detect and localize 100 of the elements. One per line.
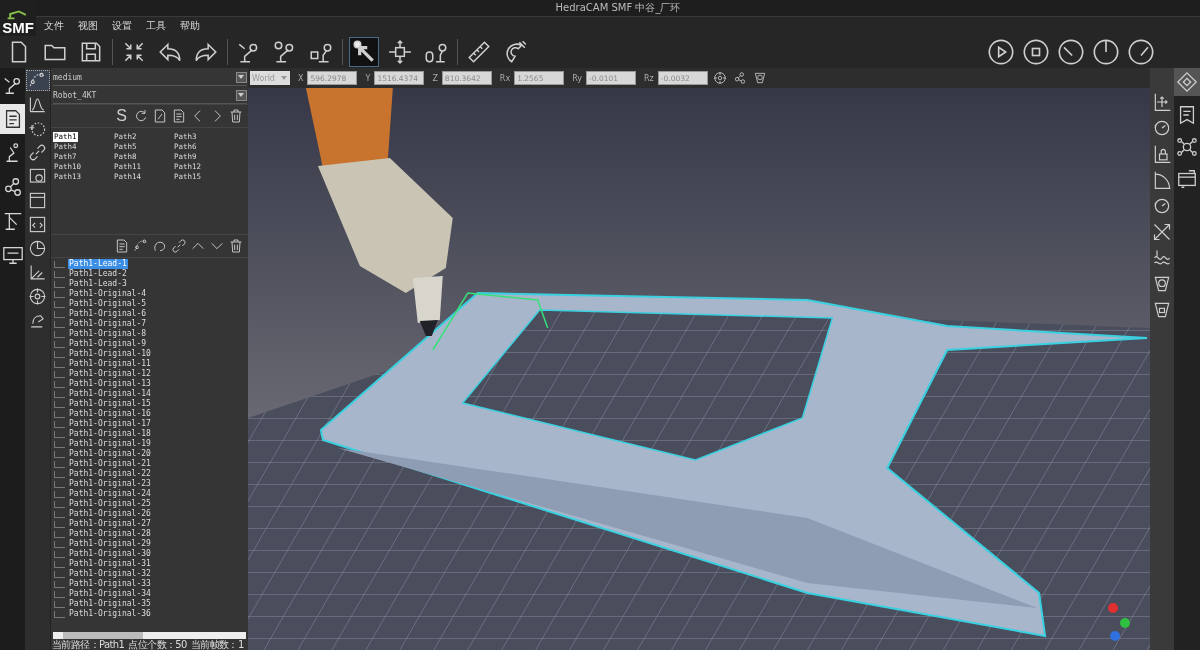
- window-icon: [28, 191, 47, 210]
- tree-item[interactable]: Path1-Original-31: [68, 559, 152, 569]
- coord-label: Ry: [572, 73, 582, 83]
- tree-item[interactable]: Path1-Original-13: [68, 379, 152, 389]
- power-icon: [1092, 38, 1120, 66]
- program-dropdown[interactable]: medium: [53, 70, 247, 86]
- tree-item[interactable]: Path1-Original-32: [68, 569, 152, 579]
- tree-item[interactable]: Path1-Original-29: [68, 539, 152, 549]
- diamond-button[interactable]: [1174, 68, 1200, 96]
- diamond-icon: [1176, 71, 1198, 93]
- pointer-icon: [351, 39, 377, 65]
- status-text: 当前路径：Path1: [52, 639, 125, 650]
- stop-button[interactable]: [1021, 37, 1051, 67]
- curve-icon: [132, 238, 149, 254]
- move-axes-icon: [1152, 92, 1172, 112]
- tree-item[interactable]: Path1-Original-27: [68, 519, 152, 529]
- tree-item[interactable]: Path1-Original-10: [68, 349, 152, 359]
- tree-item[interactable]: Path1-Original-9: [68, 339, 148, 349]
- tree-item[interactable]: Path1-Lead-2: [68, 269, 128, 279]
- tree-item[interactable]: Path1-Original-7: [68, 319, 148, 329]
- tree-item[interactable]: Path1-Original-34: [68, 589, 152, 599]
- axes-icon: [28, 263, 47, 282]
- robot-dropdown[interactable]: Robot_4KT: [53, 88, 247, 104]
- move-icon: [387, 39, 413, 65]
- gauge-icon: [1127, 38, 1155, 66]
- tree-item[interactable]: Path1-Original-12: [68, 369, 152, 379]
- gauge-button[interactable]: [1056, 37, 1086, 67]
- tree-item[interactable]: Path1-Original-18: [68, 429, 152, 439]
- rotate-icon: [1152, 118, 1172, 138]
- tree-item[interactable]: Path1-Original-16: [68, 409, 152, 419]
- tree-item[interactable]: Path1-Original-6: [68, 309, 148, 319]
- gauge-icon: [1057, 38, 1085, 66]
- code-window-icon: [28, 215, 47, 234]
- tree-item[interactable]: Path1-Original-11: [68, 359, 152, 369]
- tree-item[interactable]: Path1-Original-4: [68, 289, 148, 299]
- lock-icon: [1152, 144, 1172, 164]
- status-text: 点位个数：50: [128, 639, 187, 650]
- peak-icon: [28, 95, 47, 114]
- target-icon: [712, 71, 727, 85]
- shield-lock-icon: [1152, 300, 1172, 320]
- spline-button[interactable]: S: [113, 106, 130, 126]
- tree-item[interactable]: Path1-Original-25: [68, 499, 152, 509]
- tree-item[interactable]: Path1-Original-22: [68, 469, 152, 479]
- tree-item[interactable]: Path1-Original-20: [68, 449, 152, 459]
- target-button[interactable]: [711, 70, 728, 86]
- sidebar-tab[interactable]: [0, 104, 25, 134]
- tree-item[interactable]: Path1-Original-36: [68, 609, 152, 619]
- shield-icon: [1152, 274, 1172, 294]
- ruler-icon: [466, 39, 492, 65]
- tree-item[interactable]: Path1-Original-24: [68, 489, 152, 499]
- shape-icon: [752, 71, 767, 85]
- play-icon: [987, 38, 1015, 66]
- coord-label: Z: [432, 73, 438, 83]
- tree-item[interactable]: Path1-Original-26: [68, 509, 152, 519]
- menu-item[interactable]: 视图: [78, 19, 98, 34]
- stop-icon: [1022, 38, 1050, 66]
- tree-item[interactable]: Path1-Original-28: [68, 529, 152, 539]
- window-icon: [1176, 168, 1198, 190]
- tree-item[interactable]: Path1-Original-15: [68, 399, 152, 409]
- coord-label: Rz: [644, 73, 654, 83]
- tree-item[interactable]: Path1-Lead-3: [68, 279, 128, 289]
- coord-label: Y: [365, 73, 371, 83]
- monitor-icon: [1, 244, 24, 266]
- menu-item[interactable]: 文件: [44, 19, 64, 34]
- menu-item[interactable]: 工具: [146, 19, 166, 34]
- arc-icon: [1152, 170, 1172, 190]
- link-icon: [28, 143, 47, 162]
- window-icon: [28, 167, 47, 186]
- loop-icon: [151, 238, 168, 254]
- power-button[interactable]: [1091, 37, 1121, 67]
- gauge-button[interactable]: [1126, 37, 1156, 67]
- menu-item[interactable]: 设置: [112, 19, 132, 34]
- target-icon: [28, 287, 47, 306]
- tree-item[interactable]: Path1-Original-35: [68, 599, 152, 609]
- tree-item[interactable]: Path1-Original-23: [68, 479, 152, 489]
- tree-item[interactable]: Path1-Original-19: [68, 439, 152, 449]
- network-icon: [1176, 136, 1198, 158]
- tree-item[interactable]: Path1-Original-17: [68, 419, 152, 429]
- dotted-circle-icon: [28, 119, 47, 138]
- nodes-icon: [732, 71, 747, 85]
- curve-button[interactable]: [25, 70, 50, 91]
- select-button[interactable]: [349, 37, 379, 67]
- link-icon: [170, 238, 187, 254]
- tree-item[interactable]: Path1-Original-30: [68, 549, 152, 559]
- link-button[interactable]: [170, 236, 187, 256]
- dropdown-arrow-icon: [280, 74, 288, 82]
- status-text: 当前帧数：1: [190, 639, 244, 650]
- cross-arrows-icon: [1152, 222, 1172, 242]
- horizontal-scrollbar[interactable]: [53, 632, 246, 639]
- tree-item[interactable]: Path1-Original-21: [68, 459, 152, 469]
- menu-item[interactable]: 帮助: [180, 19, 200, 34]
- rotate-icon: [1152, 196, 1172, 216]
- tree-item[interactable]: Path1-Original-8: [68, 329, 148, 339]
- play-button[interactable]: [986, 37, 1016, 67]
- coord-label: X: [298, 73, 304, 83]
- tree-item[interactable]: Path1-Original-33: [68, 579, 152, 589]
- tree-item[interactable]: Path1-Original-14: [68, 389, 152, 399]
- tree-item[interactable]: Path1-Original-5: [68, 299, 148, 309]
- scrollbar-thumb[interactable]: [63, 632, 143, 639]
- window-title: HedraCAM SMF 中谷_厂环: [555, 1, 681, 14]
